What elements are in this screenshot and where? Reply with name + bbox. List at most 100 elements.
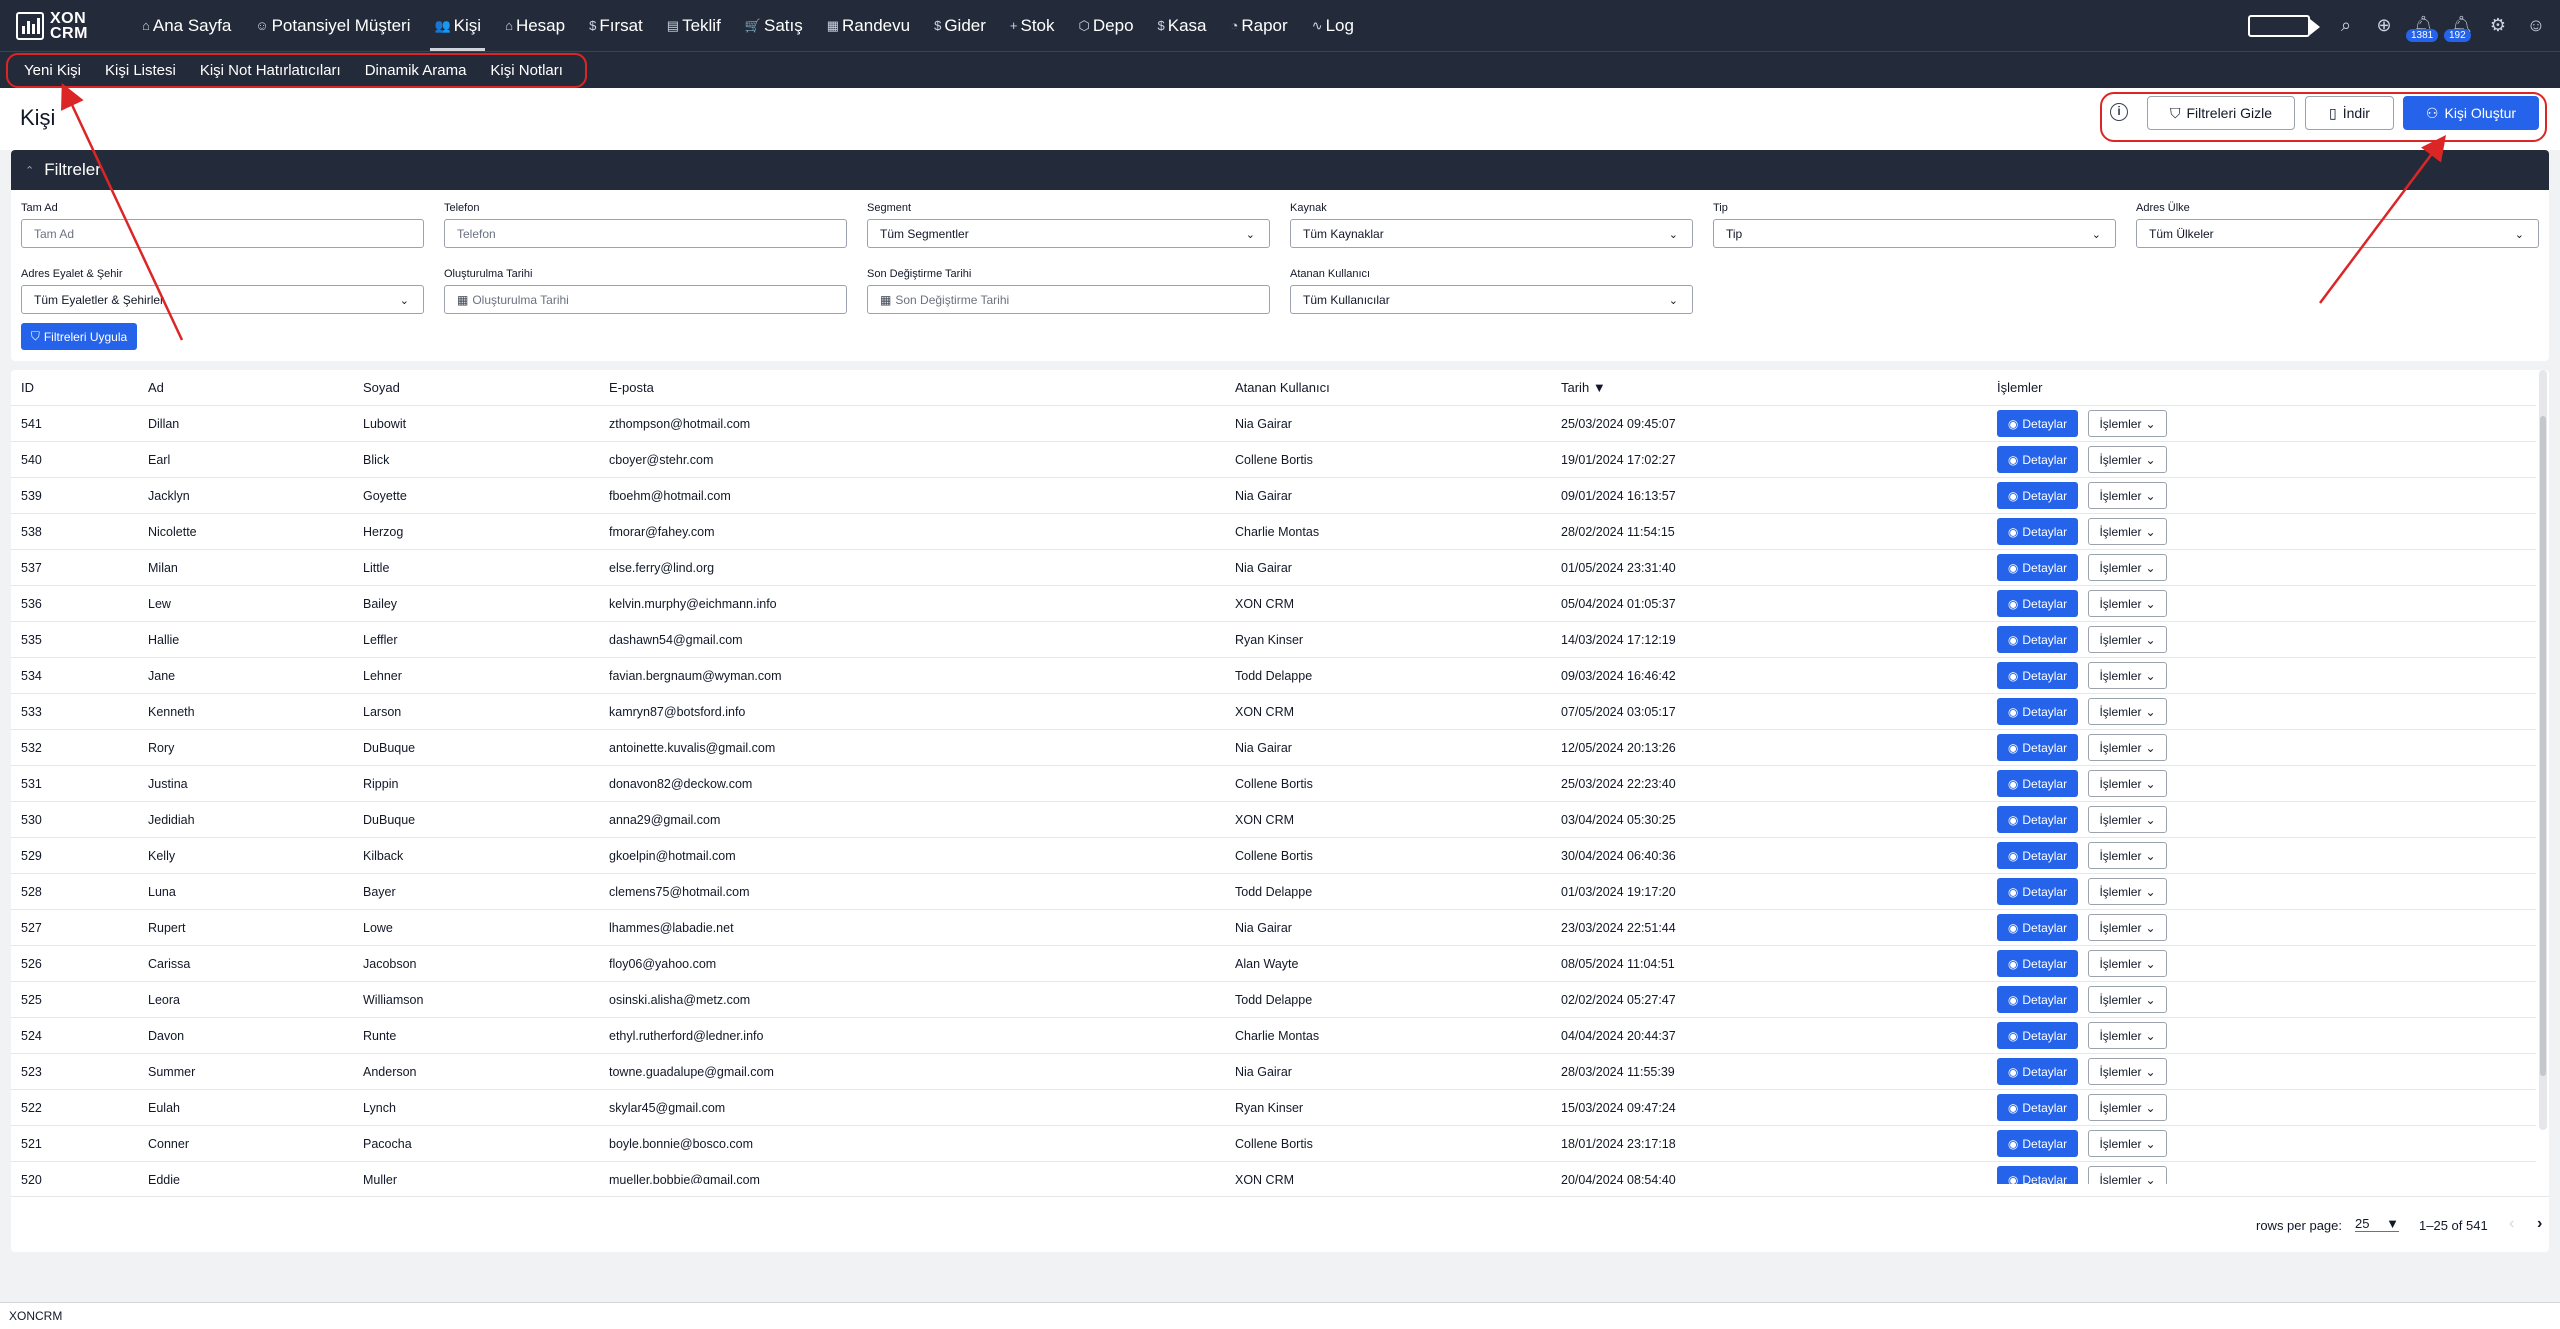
table-scrollbar[interactable] <box>2539 370 2547 1130</box>
user-icon[interactable]: ☺ <box>2526 15 2546 36</box>
download-button[interactable]: ▯ İndir <box>2305 96 2394 130</box>
table-row[interactable]: 521 Conner Pacocha boyle.bonnie@bosco.com Co… <box>11 1126 2536 1162</box>
logo[interactable]: XON CRM <box>16 10 106 41</box>
table-row[interactable]: 529 Kelly Kilback gkoelpin@hotmail.com Colle… <box>11 838 2536 874</box>
operations-dropdown[interactable]: İşlemler ⌄ <box>2088 1130 2167 1157</box>
details-button[interactable]: ◉ Detaylar <box>1997 1166 2078 1184</box>
details-button[interactable]: ◉ Detaylar <box>1997 842 2078 869</box>
operations-dropdown[interactable]: İşlemler ⌄ <box>2088 590 2167 617</box>
operations-dropdown[interactable]: İşlemler ⌄ <box>2088 734 2167 761</box>
nav-item[interactable]: ◔ Rapor <box>1219 0 1300 51</box>
details-button[interactable]: ◉ Detaylar <box>1997 662 2078 689</box>
operations-dropdown[interactable]: İşlemler ⌄ <box>2088 950 2167 977</box>
details-button[interactable]: ◉ Detaylar <box>1997 1058 2078 1085</box>
filter-input[interactable]: Telefon <box>444 219 847 248</box>
operations-dropdown[interactable]: İşlemler ⌄ <box>2088 1094 2167 1121</box>
nav-item[interactable]: $ Kasa <box>1146 0 1219 51</box>
details-button[interactable]: ◉ Detaylar <box>1997 878 2078 905</box>
table-row[interactable]: 535 Hallie Leffler dashawn54@gmail.com Ryan … <box>11 622 2536 658</box>
details-button[interactable]: ◉ Detaylar <box>1997 986 2078 1013</box>
table-row[interactable]: 528 Luna Bayer clemens75@hotmail.com Todd De… <box>11 874 2536 910</box>
table-row[interactable]: 532 Rory DuBuque antoinette.kuvalis@gmail.c… <box>11 730 2536 766</box>
details-button[interactable]: ◉ Detaylar <box>1997 518 2078 545</box>
filter-input[interactable]: Tüm Eyaletler & Şehirler ⌄ <box>21 285 424 314</box>
details-button[interactable]: ◉ Detaylar <box>1997 410 2078 437</box>
table-row[interactable]: 541 Dillan Lubowit zthompson@hotmail.com Nia… <box>11 406 2536 442</box>
nav-item[interactable]: ▤ Teklif <box>655 0 733 51</box>
table-row[interactable]: 524 Davon Runte ethyl.rutherford@ledner.inf… <box>11 1018 2536 1054</box>
table-row[interactable]: 536 Lew Bailey kelvin.murphy@eichmann.info X… <box>11 586 2536 622</box>
operations-dropdown[interactable]: İşlemler ⌄ <box>2088 482 2167 509</box>
create-contact-button[interactable]: ⚇ Kişi Oluştur <box>2403 96 2539 130</box>
chevron-right-icon[interactable]: › <box>2537 1215 2542 1233</box>
table-row[interactable]: 527 Rupert Lowe lhammes@labadie.net Nia Gair… <box>11 910 2536 946</box>
details-button[interactable]: ◉ Detaylar <box>1997 950 2078 977</box>
operations-dropdown[interactable]: İşlemler ⌄ <box>2088 914 2167 941</box>
column-header[interactable]: E-posta <box>609 380 654 395</box>
global-search-box[interactable] <box>2248 14 2320 37</box>
operations-dropdown[interactable]: İşlemler ⌄ <box>2088 662 2167 689</box>
operations-dropdown[interactable]: İşlemler ⌄ <box>2088 878 2167 905</box>
details-button[interactable]: ◉ Detaylar <box>1997 446 2078 473</box>
subnav-item[interactable]: Kişi Listesi <box>93 62 188 79</box>
details-button[interactable]: ◉ Detaylar <box>1997 482 2078 509</box>
details-button[interactable]: ◉ Detaylar <box>1997 1022 2078 1049</box>
bell-icon[interactable]: 🔔︎ 1381 <box>2406 15 2439 42</box>
details-button[interactable]: ◉ Detaylar <box>1997 914 2078 941</box>
nav-item[interactable]: ⌂ Hesap <box>493 0 577 51</box>
column-header[interactable]: Tarih ▼ <box>1561 380 1606 395</box>
subnav-item[interactable]: Yeni Kişi <box>12 62 93 79</box>
filter-input[interactable]: Tüm Kaynaklar ⌄ <box>1290 219 1693 248</box>
column-header[interactable]: Ad <box>148 380 164 395</box>
subnav-item[interactable]: Kişi Notları <box>478 62 575 79</box>
table-row[interactable]: 531 Justina Rippin donavon82@deckow.com Coll… <box>11 766 2536 802</box>
details-button[interactable]: ◉ Detaylar <box>1997 590 2078 617</box>
nav-item[interactable]: ▦ Randevu <box>815 0 922 51</box>
details-button[interactable]: ◉ Detaylar <box>1997 1094 2078 1121</box>
column-header[interactable]: ID <box>21 380 34 395</box>
rows-per-page-select[interactable]: 25 ▼ <box>2355 1216 2399 1232</box>
operations-dropdown[interactable]: İşlemler ⌄ <box>2088 806 2167 833</box>
gear-icon[interactable]: ⚙ <box>2488 15 2508 36</box>
nav-item[interactable]: ⬡ Depo <box>1067 0 1146 51</box>
operations-dropdown[interactable]: İşlemler ⌄ <box>2088 842 2167 869</box>
filters-header[interactable]: ⌃ Filtreler <box>11 150 2549 190</box>
search-icon[interactable]: ⌕ <box>2336 15 2356 36</box>
filter-input[interactable]: ▦ Oluşturulma Tarihi <box>444 285 847 314</box>
nav-item[interactable]: $ Fırsat <box>577 0 655 51</box>
operations-dropdown[interactable]: İşlemler ⌄ <box>2088 626 2167 653</box>
filter-input[interactable]: Tip ⌄ <box>1713 219 2116 248</box>
nav-item[interactable]: ⌂ Ana Sayfa <box>130 0 243 51</box>
subnav-item[interactable]: Dinamik Arama <box>353 62 479 79</box>
table-row[interactable]: 523 Summer Anderson towne.guadalupe@gmail.c… <box>11 1054 2536 1090</box>
nav-item[interactable]: ☺ Potansiyel Müşteri <box>243 0 422 51</box>
details-button[interactable]: ◉ Detaylar <box>1997 554 2078 581</box>
apply-filters-button[interactable]: ⛉ Filtreleri Uygula <box>21 323 137 350</box>
operations-dropdown[interactable]: İşlemler ⌄ <box>2088 554 2167 581</box>
operations-dropdown[interactable]: İşlemler ⌄ <box>2088 986 2167 1013</box>
nav-item[interactable]: $ Gider <box>922 0 998 51</box>
column-header[interactable]: Atanan Kullanıcı <box>1235 380 1330 395</box>
table-row[interactable]: 534 Jane Lehner favian.bergnaum@wyman.com To… <box>11 658 2536 694</box>
chevron-left-icon[interactable]: ‹ <box>2509 1215 2514 1233</box>
filter-input[interactable]: ▦ Son Değiştirme Tarihi <box>867 285 1270 314</box>
filter-input[interactable]: Tüm Ülkeler ⌄ <box>2136 219 2539 248</box>
hide-filters-button[interactable]: ⛉ Filtreleri Gizle <box>2147 96 2295 130</box>
details-button[interactable]: ◉ Detaylar <box>1997 1130 2078 1157</box>
table-row[interactable]: 522 Eulah Lynch skylar45@gmail.com Ryan Kins… <box>11 1090 2536 1126</box>
table-row[interactable]: 538 Nicolette Herzog fmorar@fahey.com Charli… <box>11 514 2536 550</box>
table-row[interactable]: 537 Milan Little else.ferry@lind.org Nia Gai… <box>11 550 2536 586</box>
table-row[interactable]: 520 Eddie Muller mueller.bobbie@gmail.com XO… <box>11 1162 2536 1184</box>
nav-item[interactable]: ∿ Log <box>1300 0 1366 51</box>
details-button[interactable]: ◉ Detaylar <box>1997 698 2078 725</box>
operations-dropdown[interactable]: İşlemler ⌄ <box>2088 410 2167 437</box>
details-button[interactable]: ◉ Detaylar <box>1997 806 2078 833</box>
filter-input[interactable]: Tüm Segmentler ⌄ <box>867 219 1270 248</box>
table-row[interactable]: 525 Leora Williamson osinski.alisha@metz.co… <box>11 982 2536 1018</box>
filter-input[interactable]: Tüm Kullanıcılar ⌄ <box>1290 285 1693 314</box>
filter-input[interactable]: Tam Ad <box>21 219 424 248</box>
operations-dropdown[interactable]: İşlemler ⌄ <box>2088 446 2167 473</box>
table-row[interactable]: 533 Kenneth Larson kamryn87@botsford.info XO… <box>11 694 2536 730</box>
column-header[interactable]: Soyad <box>363 380 400 395</box>
operations-dropdown[interactable]: İşlemler ⌄ <box>2088 1022 2167 1049</box>
